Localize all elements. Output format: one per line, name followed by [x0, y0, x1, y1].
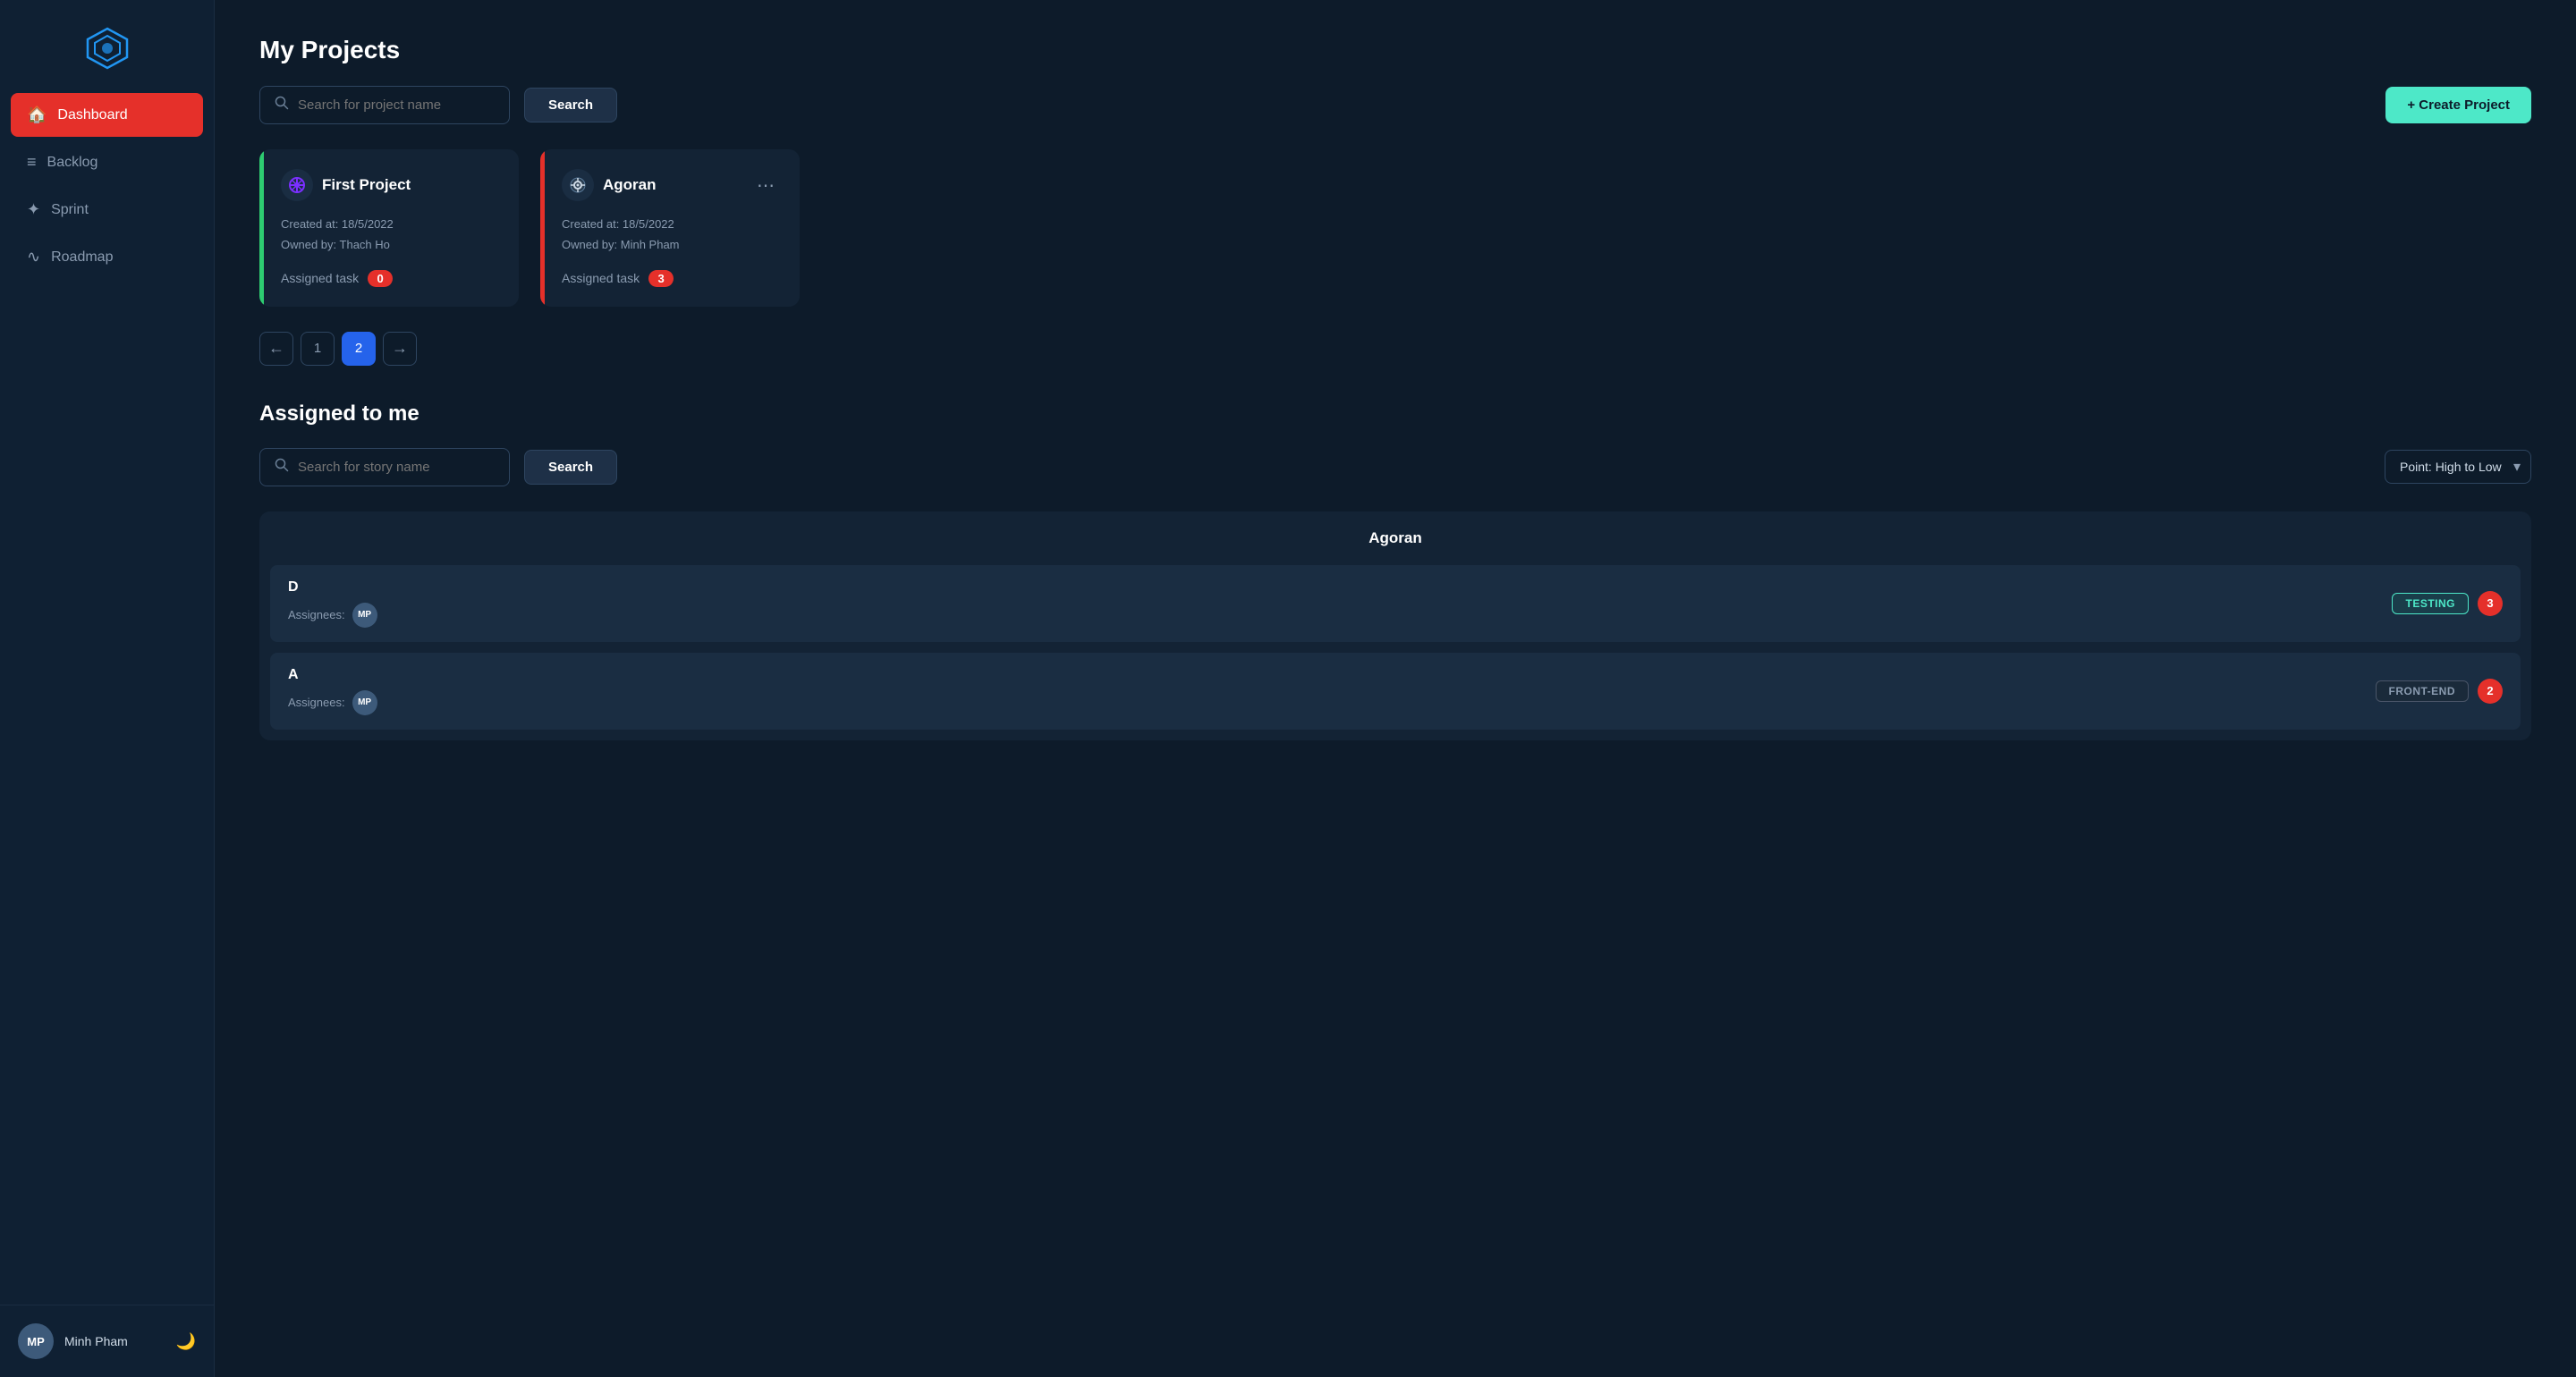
sprint-icon: ✦: [27, 200, 40, 219]
story-count: 2: [2478, 679, 2503, 704]
roadmap-icon: ∿: [27, 248, 40, 266]
page-title: My Projects: [259, 36, 2531, 64]
agoran-project-icon: [562, 169, 594, 201]
story-search-row: Search Point: High to Low Point: Low to …: [259, 448, 2531, 486]
user-info: MP Minh Pham: [18, 1323, 128, 1359]
task-count-badge: 3: [648, 270, 674, 287]
project-card-first-project[interactable]: First Project Created at: 18/5/2022 Owne…: [259, 149, 519, 307]
avatar: MP: [18, 1323, 54, 1359]
pagination-page-2[interactable]: 2: [342, 332, 376, 366]
project-search-input[interactable]: [298, 97, 495, 113]
assigned-group-title: Agoran: [259, 511, 2531, 565]
theme-toggle-icon[interactable]: 🌙: [176, 1332, 196, 1351]
story-search-input[interactable]: [298, 460, 495, 475]
assigned-section-title: Assigned to me: [259, 401, 2531, 427]
pagination: ← 1 2 →: [259, 332, 2531, 366]
sidebar-item-roadmap[interactable]: ∿ Roadmap: [11, 235, 203, 279]
story-count: 3: [2478, 591, 2503, 616]
sidebar-item-label: Roadmap: [51, 249, 113, 266]
story-assignees: Assignees: MP: [288, 603, 377, 628]
project-meta: Created at: 18/5/2022 Owned by: Minh Pha…: [562, 214, 778, 256]
home-icon: 🏠: [27, 106, 47, 124]
project-card-header: Agoran ⋯: [562, 169, 778, 201]
task-count-badge: 0: [368, 270, 393, 287]
sidebar-item-backlog[interactable]: ≡ Backlog: [11, 140, 203, 184]
story-row[interactable]: D Assignees: MP TESTING 3: [270, 565, 2521, 642]
sidebar: 🏠 Dashboard ≡ Backlog ✦ Sprint ∿ Roadmap…: [0, 0, 215, 1377]
assigned-section: Agoran D Assignees: MP TESTING 3 A Assig…: [259, 511, 2531, 740]
projects-grid: First Project Created at: 18/5/2022 Owne…: [259, 149, 2531, 307]
project-card-agoran[interactable]: Agoran ⋯ Created at: 18/5/2022 Owned by:…: [540, 149, 800, 307]
sort-dropdown[interactable]: Point: High to Low Point: Low to High Na…: [2385, 450, 2531, 484]
story-search-button[interactable]: Search: [524, 450, 617, 485]
story-left: D Assignees: MP: [288, 579, 377, 628]
sidebar-item-dashboard[interactable]: 🏠 Dashboard: [11, 93, 203, 137]
project-title-row: Agoran: [562, 169, 657, 201]
project-search-wrap: [259, 86, 510, 124]
story-assignees: Assignees: MP: [288, 690, 377, 715]
project-search-row: Search + Create Project: [259, 86, 2531, 124]
logo-area: [0, 0, 214, 93]
sidebar-nav: 🏠 Dashboard ≡ Backlog ✦ Sprint ∿ Roadmap: [0, 93, 214, 1305]
pagination-prev[interactable]: ←: [259, 332, 293, 366]
assignee-avatar: MP: [352, 603, 377, 628]
sidebar-item-sprint[interactable]: ✦ Sprint: [11, 188, 203, 232]
story-name: D: [288, 579, 377, 596]
sidebar-item-label: Sprint: [51, 202, 89, 218]
project-search-button[interactable]: Search: [524, 88, 617, 122]
story-left: A Assignees: MP: [288, 667, 377, 715]
backlog-icon: ≡: [27, 153, 37, 172]
sort-wrap: Point: High to Low Point: Low to High Na…: [2385, 450, 2531, 484]
sidebar-footer: MP Minh Pham 🌙: [0, 1305, 214, 1377]
main-content: My Projects Search + Create Project: [215, 0, 2576, 1377]
story-search-icon: [275, 458, 289, 477]
sidebar-item-label: Backlog: [47, 155, 98, 171]
project-name: Agoran: [603, 176, 657, 194]
search-icon: [275, 96, 289, 114]
first-project-icon: [281, 169, 313, 201]
project-tasks: Assigned task 3: [562, 270, 778, 287]
pagination-next[interactable]: →: [383, 332, 417, 366]
story-row[interactable]: A Assignees: MP FRONT-END 2: [270, 653, 2521, 730]
user-name: Minh Pham: [64, 1334, 128, 1348]
story-right: FRONT-END 2: [2376, 679, 2504, 704]
story-tag: FRONT-END: [2376, 680, 2470, 702]
story-tag: TESTING: [2392, 593, 2469, 614]
project-title-row: First Project: [281, 169, 411, 201]
project-meta: Created at: 18/5/2022 Owned by: Thach Ho: [281, 214, 497, 256]
story-name: A: [288, 667, 377, 683]
pagination-page-1[interactable]: 1: [301, 332, 335, 366]
project-menu-icon[interactable]: ⋯: [753, 171, 778, 200]
story-right: TESTING 3: [2392, 591, 2503, 616]
story-search-wrap: [259, 448, 510, 486]
sidebar-item-label: Dashboard: [57, 107, 127, 123]
app-logo-icon: [84, 25, 131, 72]
assignee-avatar: MP: [352, 690, 377, 715]
project-card-header: First Project: [281, 169, 497, 201]
project-name: First Project: [322, 176, 411, 194]
create-project-button[interactable]: + Create Project: [2385, 87, 2531, 123]
project-tasks: Assigned task 0: [281, 270, 497, 287]
